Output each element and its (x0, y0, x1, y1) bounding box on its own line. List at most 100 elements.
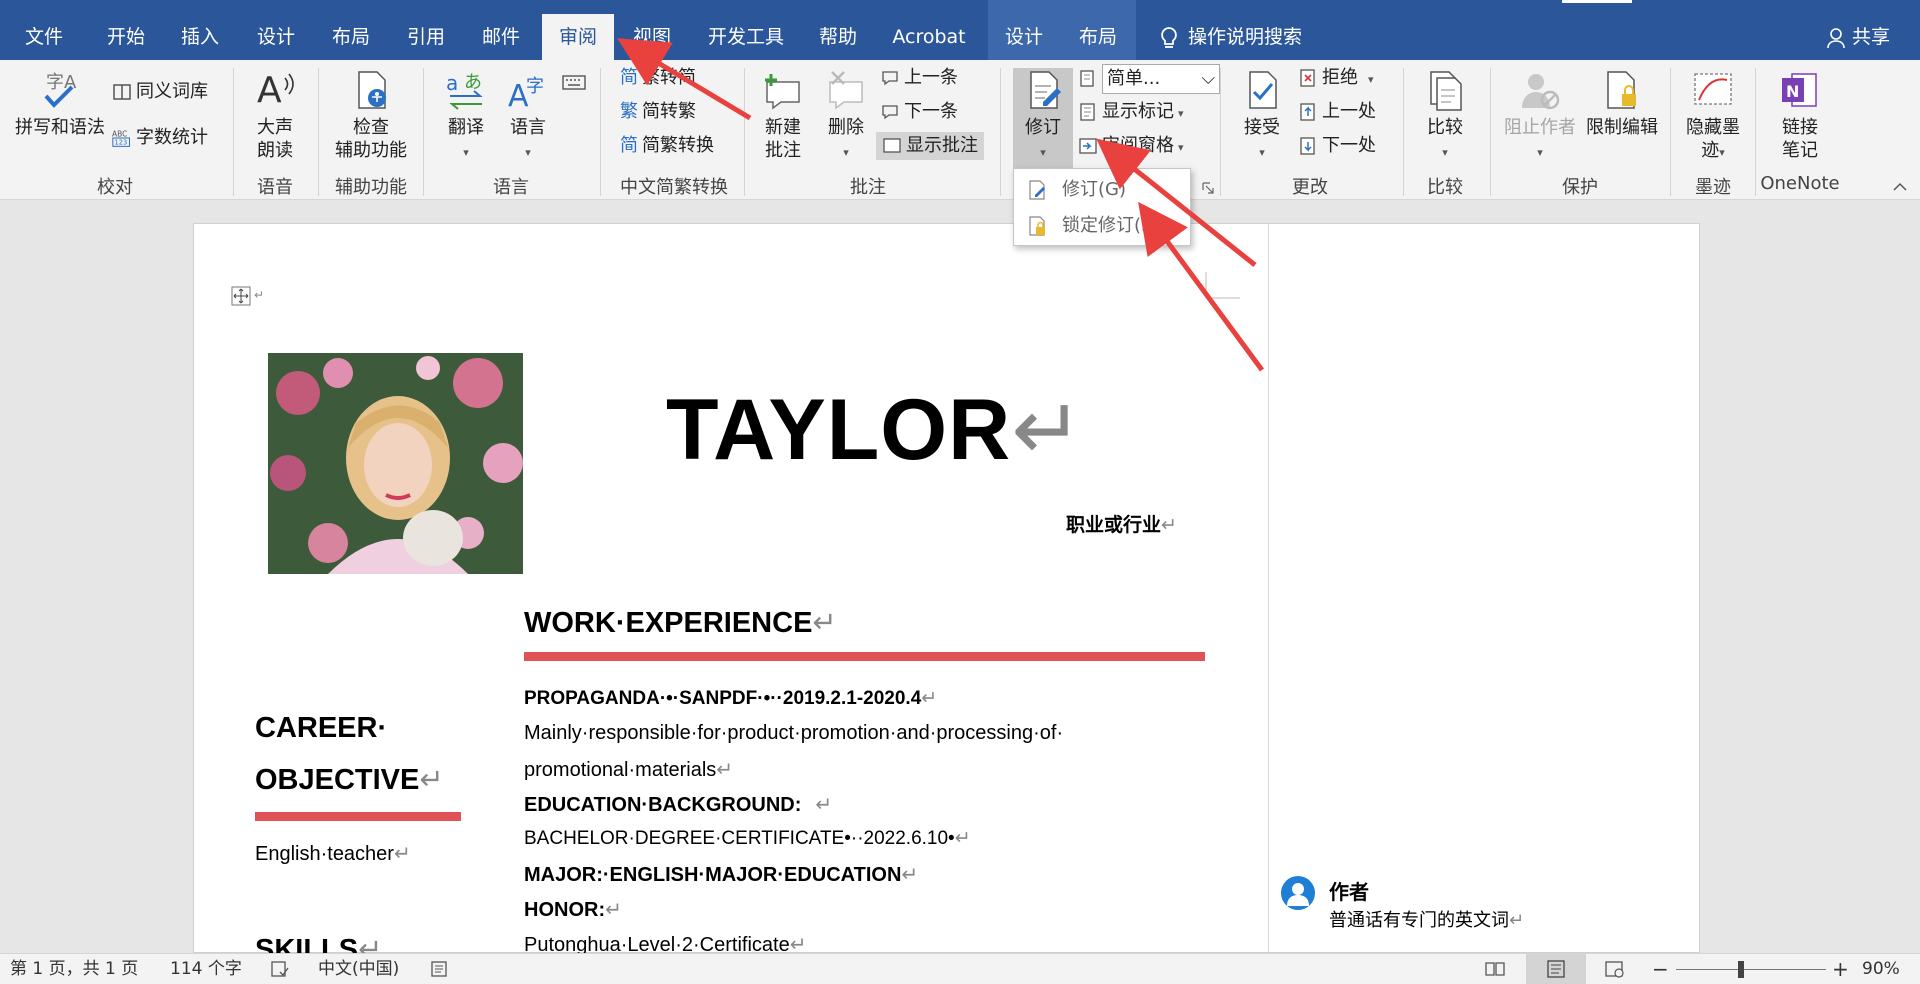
skills-heading[interactable]: SKILLS↵ (255, 932, 382, 953)
group-label-compare: 比较 (1427, 177, 1463, 198)
reject-label: 拒绝 (1322, 67, 1358, 88)
paragraph-mark: ↵ (812, 607, 837, 639)
share-button[interactable]: 共享 (1826, 14, 1890, 60)
language-status[interactable]: 中文(中国) (318, 954, 399, 984)
print-layout-icon (1547, 960, 1565, 978)
collapse-ribbon-icon[interactable] (1892, 182, 1908, 192)
web-layout-icon[interactable] (1604, 960, 1626, 978)
thesaurus-button[interactable]: 同义词库 (112, 78, 208, 106)
previous-change-button[interactable]: 上一处 (1298, 98, 1376, 126)
keyboard-icon[interactable] (562, 72, 588, 92)
job-description-line-2[interactable]: promotional·materials↵ (524, 757, 733, 782)
markup-display-value[interactable]: 简单... ⌵ (1102, 64, 1220, 94)
tab-design[interactable]: 设计 (246, 14, 306, 60)
macro-record-icon[interactable] (430, 960, 450, 978)
zoom-out-button[interactable]: − (1652, 954, 1669, 984)
tab-mailings[interactable]: 邮件 (471, 14, 531, 60)
resume-name[interactable]: TAYLOR↵ (666, 380, 1084, 480)
hide-ink-button[interactable]: 隐藏墨 迹▾ (1678, 68, 1748, 164)
profile-photo[interactable] (268, 353, 523, 574)
previous-comment-icon (882, 71, 898, 86)
previous-comment-label: 上一条 (904, 67, 958, 88)
delete-comment-button[interactable]: 删除 ▾ (818, 68, 874, 164)
chinese-conversion-button[interactable]: 简简繁转换 (620, 132, 714, 160)
career-heading-line-2[interactable]: OBJECTIVE↵ (255, 762, 444, 797)
degree-line[interactable]: BACHELOR·DEGREE·CERTIFICATE•··2022.6.10•… (524, 827, 971, 850)
tell-me-search[interactable]: 操作说明搜索 (1158, 14, 1302, 60)
word-count[interactable]: 114 个字 (170, 954, 242, 984)
tab-references[interactable]: 引用 (396, 14, 456, 60)
next-change-button[interactable]: 下一处 (1298, 132, 1376, 160)
tab-table-layout[interactable]: 布局 (1068, 14, 1128, 60)
reviewing-pane-button[interactable]: 审阅窗格 ▾ (1078, 132, 1184, 160)
accept-button[interactable]: 接受 ▾ (1232, 68, 1292, 164)
hide-ink-icon (1694, 73, 1732, 105)
next-comment-button[interactable]: 下一条 (880, 98, 958, 126)
svg-text:あ: あ (464, 72, 482, 93)
career-heading-line-1[interactable]: CAREER· (255, 712, 387, 745)
read-aloud-button[interactable]: A 大声 朗读 (240, 68, 310, 162)
major-line[interactable]: MAJOR:·ENGLISH·MAJOR·EDUCATION↵ (524, 862, 918, 887)
job-title-line[interactable]: PROPAGANDA·•·SANPDF·•··2019.2.1-2020.4↵ (524, 687, 937, 710)
tab-view[interactable]: 视图 (622, 14, 682, 60)
menu-item-lock-tracking[interactable]: 锁定修订(L) (1014, 209, 1190, 243)
book-icon (113, 84, 131, 100)
tab-help[interactable]: 帮助 (808, 14, 868, 60)
job-description-line-1[interactable]: Mainly·responsible·for·product·promotion… (524, 722, 1063, 745)
spelling-grammar-button[interactable]: 字A 拼写和语法 (12, 68, 108, 139)
tab-table-design[interactable]: 设计 (994, 14, 1054, 60)
print-layout-view-button[interactable] (1526, 954, 1586, 984)
zoom-level[interactable]: 90% (1862, 954, 1900, 984)
show-markup-button[interactable]: 显示标记 ▾ (1078, 98, 1184, 126)
show-comments-button[interactable]: 显示批注 (876, 132, 984, 160)
track-changes-button[interactable]: 修订 ▾ (1013, 68, 1073, 172)
word-count-label: 字数统计 (136, 127, 208, 148)
career-objective-text[interactable]: English·teacher↵ (255, 841, 411, 866)
proofing-status-icon[interactable] (270, 960, 290, 978)
linked-notes-button[interactable]: N 链接 笔记 (1762, 68, 1838, 162)
page-count[interactable]: 第 1 页，共 1 页 (10, 954, 138, 984)
previous-comment-button[interactable]: 上一条 (880, 64, 958, 92)
hide-ink-label-1: 隐藏墨 (1686, 117, 1740, 138)
status-bar: 第 1 页，共 1 页 114 个字 中文(中国) − + 90% (0, 953, 1920, 984)
paragraph-mark: ↵ (419, 764, 444, 796)
table-move-handle-icon[interactable]: ↵ (230, 285, 268, 307)
zoom-slider-track[interactable] (1676, 969, 1826, 970)
education-heading[interactable]: EDUCATION·BACKGROUND: ↵ (524, 792, 832, 817)
tab-acrobat[interactable]: Acrobat (886, 14, 972, 60)
tab-file[interactable]: 文件 (14, 14, 74, 60)
honor-line[interactable]: Putonghua·Level·2·Certificate↵ (524, 932, 806, 953)
comment-body[interactable]: 普通话有专门的英文词↵ (1329, 906, 1524, 932)
markup-display-select[interactable]: 简单... ⌵ (1078, 64, 1220, 94)
convert-label: 简繁转换 (642, 135, 714, 156)
zoom-in-button[interactable]: + (1832, 954, 1849, 984)
word-count-button[interactable]: ABC 123 字数统计 (112, 124, 208, 152)
menu-item-track-changes[interactable]: 修订(G) (1014, 173, 1190, 207)
tab-review[interactable]: 审阅 (542, 14, 614, 60)
block-authors-button[interactable]: 阻止作者 ▾ (1500, 68, 1580, 164)
paragraph-mark: ↵ (716, 759, 734, 781)
tab-insert[interactable]: 插入 (170, 14, 230, 60)
tell-me-label: 操作说明搜索 (1188, 26, 1303, 48)
simplified-to-traditional-button[interactable]: 繁简转繁 (620, 98, 696, 126)
language-button[interactable]: A字 语言 ▾ (498, 68, 558, 164)
new-comment-button[interactable]: 新建 批注 (752, 68, 814, 162)
tab-developer[interactable]: 开发工具 (698, 14, 794, 60)
tab-layout[interactable]: 布局 (321, 14, 381, 60)
honor-heading[interactable]: HONOR:↵ (524, 897, 622, 922)
group-separator (1000, 68, 1001, 196)
work-experience-heading[interactable]: WORK·EXPERIENCE↵ (524, 605, 837, 640)
person-icon (1287, 883, 1309, 906)
traditional-to-simplified-button[interactable]: 简繁转简 (620, 64, 696, 92)
reject-button[interactable]: 拒绝 ▾ (1298, 64, 1374, 92)
dialog-launcher-icon[interactable] (1202, 182, 1214, 194)
translate-button[interactable]: aあ 翻译 ▾ (436, 68, 496, 164)
onenote-icon: N (1782, 73, 1817, 107)
check-accessibility-button[interactable]: 检查 辅助功能 (326, 68, 416, 162)
read-mode-icon[interactable] (1484, 960, 1506, 978)
restrict-editing-button[interactable]: 限制编辑 (1582, 68, 1662, 139)
tab-home[interactable]: 开始 (96, 14, 156, 60)
zoom-slider-handle[interactable] (1738, 961, 1744, 978)
compare-button[interactable]: 比较 ▾ (1412, 68, 1478, 164)
profession-text[interactable]: 职业或行业↵ (1066, 510, 1177, 537)
